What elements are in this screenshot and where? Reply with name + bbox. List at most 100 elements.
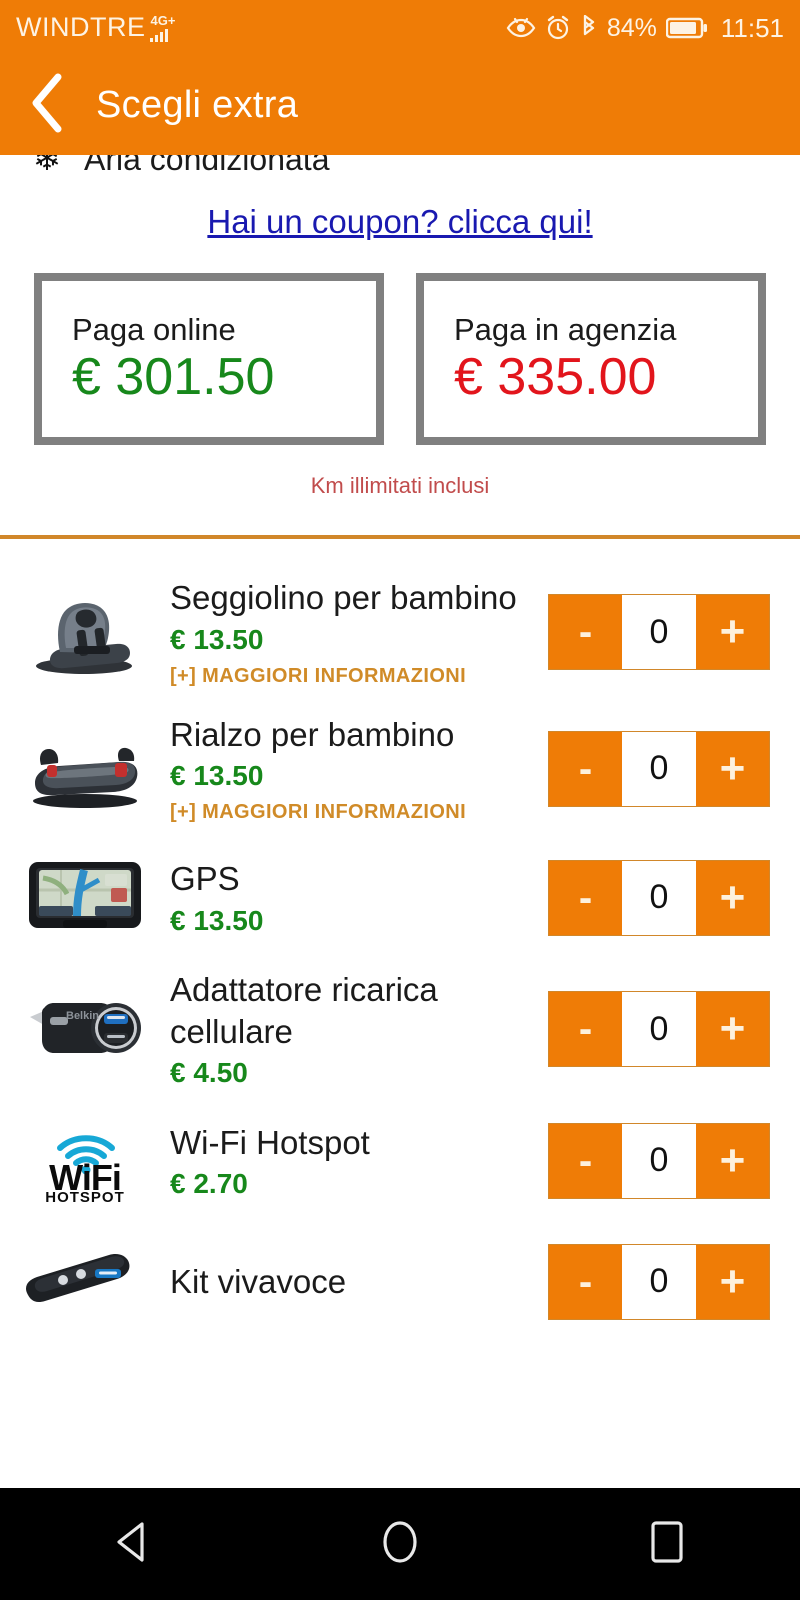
pay-agency-box[interactable]: Paga in agenzia € 335.00	[416, 273, 766, 445]
extra-name: Rialzo per bambino	[170, 715, 455, 753]
minus-icon: -	[578, 610, 593, 655]
minus-icon: -	[578, 875, 593, 920]
coupon-section: Hai un coupon? clicca qui!	[0, 203, 800, 241]
car-charger-icon: Belkin	[0, 981, 170, 1077]
quantity-value[interactable]: 0	[622, 731, 696, 806]
extra-row: Kit vivavoce -0 +	[0, 1232, 800, 1331]
increment-button[interactable]: +	[696, 731, 769, 806]
quantity-stepper: -0 +	[548, 730, 770, 807]
extras-list: Seggiolino per bambino € 13.50 [+] MAGGIOR…	[0, 539, 800, 1331]
battery-icon	[665, 16, 708, 40]
nav-recents-button[interactable]	[607, 1488, 727, 1600]
pay-online-label: Paga online	[72, 311, 236, 347]
nav-back-button[interactable]	[73, 1488, 193, 1600]
extra-price: € 4.50	[170, 1057, 248, 1089]
extra-price: € 13.50	[170, 904, 264, 936]
decrement-button[interactable]: -	[549, 731, 622, 806]
svg-text:Belkin: Belkin	[66, 1010, 99, 1022]
back-button[interactable]	[0, 72, 96, 139]
pay-agency-amount: € 335.00	[454, 348, 657, 407]
quantity-stepper: -0 +	[548, 594, 770, 671]
quantity-value[interactable]: 0	[622, 992, 696, 1067]
minus-icon: -	[578, 1138, 593, 1183]
android-nav-bar	[0, 1488, 800, 1600]
extra-row: GPS € 13.50 -0 +	[0, 848, 800, 947]
status-bar-right: 84% 11:51	[506, 13, 784, 44]
increment-button[interactable]: +	[696, 992, 769, 1067]
extra-row: WiFi HOTSPOT Wi-Fi Hotspot € 2.70 -0 +	[0, 1111, 800, 1210]
coupon-link[interactable]: Hai un coupon? clicca qui!	[207, 203, 592, 240]
pay-online-box[interactable]: Paga online € 301.50	[34, 273, 384, 445]
status-bar: WINDTRE 4G+ 84% 11:51	[0, 0, 800, 56]
network-indicator: 4G+	[150, 14, 175, 42]
scroll-content[interactable]: ❄ Aria condizionata Hai un coupon? clicc…	[0, 155, 800, 1488]
quantity-value[interactable]: 0	[622, 595, 696, 670]
included-item-aria-condizionata: ❄ Aria condizionata	[0, 155, 800, 177]
minus-icon: -	[578, 746, 593, 791]
extra-info: Kit vivavoce	[170, 1261, 548, 1303]
extra-info: Rialzo per bambino € 13.50 [+] MAGGIORI IN…	[170, 714, 548, 825]
quantity-value[interactable]: 0	[622, 1244, 696, 1319]
child-car-seat-icon	[0, 584, 170, 680]
plus-icon: +	[719, 1004, 746, 1054]
square-recents-icon	[649, 1519, 685, 1570]
extra-name: Seggiolino per bambino	[170, 579, 517, 616]
increment-button[interactable]: +	[696, 860, 769, 935]
decrement-button[interactable]: -	[549, 1244, 622, 1319]
extra-info: Adattatore ricarica cellulare € 4.50	[170, 969, 548, 1089]
extra-info: Wi-Fi Hotspot € 2.70	[170, 1122, 548, 1201]
increment-button[interactable]: +	[696, 595, 769, 670]
extra-name: GPS	[170, 860, 240, 898]
more-info-link[interactable]: [+] MAGGIORI INFORMAZIONI	[170, 665, 538, 688]
plus-icon: +	[719, 872, 746, 922]
wifi-hotspot-icon: WiFi HOTSPOT	[0, 1113, 170, 1209]
eye-comfort-icon	[506, 17, 536, 39]
alarm-clock-icon	[545, 15, 571, 41]
km-note: Km illimitati inclusi	[310, 473, 490, 498]
network-type-label: 4G+	[150, 13, 176, 28]
extra-name: Wi-Fi Hotspot	[170, 1123, 370, 1161]
pay-online-amount: € 301.50	[72, 348, 275, 407]
handsfree-kit-icon	[0, 1234, 170, 1330]
bluetooth-icon	[580, 15, 598, 41]
included-item-label: Aria condizionata	[84, 155, 330, 177]
extra-info: Seggiolino per bambino € 13.50 [+] MAGGIOR…	[170, 577, 548, 688]
increment-button[interactable]: +	[696, 1123, 769, 1198]
app-bar: Scegli extra	[0, 56, 800, 155]
plus-icon: +	[719, 607, 746, 657]
signal-bars-icon	[150, 28, 169, 42]
decrement-button[interactable]: -	[549, 860, 622, 935]
app-screen: WINDTRE 4G+ 84% 11:51 Scegli extra ❄ Ari…	[0, 0, 800, 1600]
decrement-button[interactable]: -	[549, 992, 622, 1067]
page-title: Scegli extra	[96, 84, 299, 126]
snowflake-icon: ❄	[32, 155, 62, 178]
svg-text:HOTSPOT: HOTSPOT	[45, 1189, 125, 1204]
extra-price: € 13.50	[170, 760, 264, 792]
extra-price: € 13.50	[170, 623, 264, 655]
battery-percent-label: 84%	[606, 13, 657, 42]
more-info-link[interactable]: [+] MAGGIORI INFORMAZIONI	[170, 801, 538, 824]
decrement-button[interactable]: -	[549, 1123, 622, 1198]
quantity-value[interactable]: 0	[622, 1123, 696, 1198]
quantity-stepper: -0 +	[548, 1122, 770, 1199]
increment-button[interactable]: +	[696, 1244, 769, 1319]
extra-name: Adattatore ricarica cellulare	[170, 971, 438, 1050]
nav-home-button[interactable]	[340, 1488, 460, 1600]
gps-device-icon	[0, 850, 170, 946]
quantity-value[interactable]: 0	[622, 860, 696, 935]
plus-icon: +	[719, 1135, 746, 1185]
extra-price: € 2.70	[170, 1168, 248, 1200]
minus-icon: -	[578, 1007, 593, 1052]
plus-icon: +	[719, 743, 746, 793]
decrement-button[interactable]: -	[549, 595, 622, 670]
status-bar-left: WINDTRE 4G+	[16, 14, 175, 42]
clock-label: 11:51	[720, 12, 784, 43]
extra-row: Seggiolino per bambino € 13.50 [+] MAGGIOR…	[0, 577, 800, 688]
carrier-label: WINDTRE	[16, 12, 146, 42]
extra-name: Kit vivavoce	[170, 1263, 347, 1301]
extra-row: Rialzo per bambino € 13.50 [+] MAGGIORI IN…	[0, 714, 800, 825]
extra-info: GPS € 13.50	[170, 858, 548, 937]
minus-icon: -	[578, 1259, 593, 1304]
circle-home-icon	[379, 1518, 421, 1571]
quantity-stepper: -0 +	[548, 991, 770, 1068]
